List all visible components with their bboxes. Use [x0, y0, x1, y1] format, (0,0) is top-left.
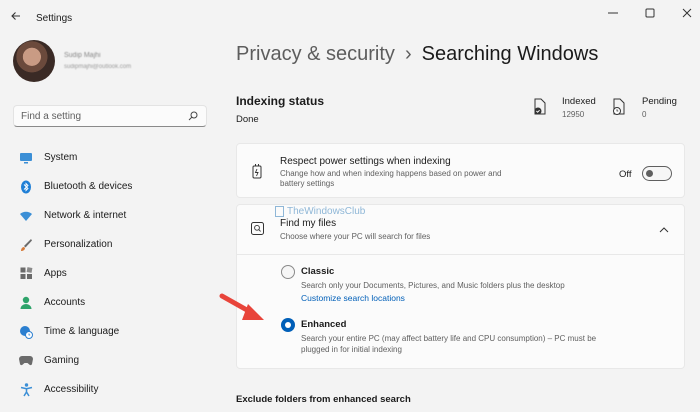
sidebar-item-label: Personalization	[44, 239, 113, 250]
sidebar-item-time-language[interactable]: Time & language	[13, 317, 207, 346]
annotation-arrow-icon	[219, 293, 264, 320]
indexed-value: 12950	[562, 110, 585, 119]
power-settings-title: Respect power settings when indexing	[280, 156, 451, 167]
watermark-text: TheWindowsClub	[287, 206, 366, 217]
chevron-up-icon[interactable]	[659, 226, 669, 233]
indexed-label: Indexed	[562, 96, 596, 107]
pending-label: Pending	[642, 96, 677, 107]
find-my-files-desc: Choose where your PC will search for fil…	[280, 232, 431, 241]
enhanced-label[interactable]: Enhanced	[301, 319, 346, 330]
sidebar-item-label: Accessibility	[44, 384, 99, 395]
card-divider	[237, 254, 684, 255]
brush-icon	[19, 238, 33, 252]
exclude-folders-heading: Exclude folders from enhanced search	[236, 394, 411, 405]
sidebar-item-label: Gaming	[44, 355, 80, 366]
profile-email: sudipmajhi@outlook.com	[64, 64, 132, 70]
search-input[interactable]	[14, 106, 174, 127]
monitor-icon	[19, 151, 33, 165]
indexing-status-value: Done	[236, 114, 259, 125]
pending-value: 0	[642, 110, 647, 119]
search-box[interactable]	[13, 105, 207, 127]
search-folder-icon	[251, 222, 264, 235]
enhanced-desc-line1: Search your entire PC (may affect batter…	[301, 334, 597, 343]
watermark: TheWindowsClub	[275, 206, 365, 217]
indexing-status-heading: Indexing status	[236, 94, 325, 108]
wifi-icon	[19, 209, 33, 223]
sidebar-item-label: Accounts	[44, 297, 86, 308]
classic-label[interactable]: Classic	[301, 266, 334, 277]
arrow-left-icon	[11, 12, 20, 20]
sidebar-item-label: Network & internet	[44, 210, 127, 221]
customize-search-locations-link[interactable]: Customize search locations	[301, 293, 405, 303]
sidebar-item-personalization[interactable]: Personalization	[13, 230, 207, 259]
bluetooth-icon	[19, 180, 33, 194]
accessibility-icon	[19, 382, 33, 397]
sidebar-item-accounts[interactable]: Accounts	[13, 288, 207, 317]
power-settings-toggle[interactable]	[642, 166, 672, 181]
power-settings-desc-line1: Change how and when indexing happens bas…	[280, 169, 502, 178]
power-settings-card: Respect power settings when indexing Cha…	[236, 143, 685, 198]
enhanced-radio[interactable]	[281, 318, 295, 332]
breadcrumb-parent[interactable]: Privacy & security	[236, 43, 395, 65]
search-icon[interactable]	[188, 111, 198, 121]
minimize-button[interactable]	[604, 4, 622, 22]
apps-icon	[19, 267, 33, 281]
power-toggle-state: Off	[619, 169, 632, 180]
watermark-logo-icon	[275, 206, 284, 217]
globe-clock-icon	[19, 325, 33, 339]
sidebar-item-label: Time & language	[44, 326, 120, 337]
minimize-icon	[608, 12, 618, 14]
power-settings-desc-line2: battery settings	[280, 179, 335, 188]
classic-radio[interactable]	[281, 265, 295, 279]
sidebar-item-system[interactable]: System	[13, 143, 207, 172]
back-button[interactable]	[8, 8, 24, 24]
profile-name: Sudip Majhi	[64, 52, 101, 59]
sidebar-item-apps[interactable]: Apps	[13, 259, 207, 288]
toggle-knob	[646, 170, 653, 177]
indexed-document-icon	[534, 98, 546, 115]
sidebar-item-label: System	[44, 152, 78, 163]
maximize-button[interactable]	[641, 4, 659, 22]
page-title: Privacy & security › Searching Windows	[236, 43, 598, 66]
find-my-files-title: Find my files	[280, 218, 337, 229]
sidebar-item-network[interactable]: Network & internet	[13, 201, 207, 230]
title-bar: Settings	[0, 0, 700, 30]
app-title: Settings	[36, 13, 73, 24]
sidebar-nav: System Bluetooth & devices Network & int…	[13, 143, 207, 404]
gamepad-icon	[19, 354, 33, 368]
breadcrumb-separator: ›	[404, 43, 412, 65]
close-icon	[682, 8, 692, 18]
classic-desc: Search only your Documents, Pictures, an…	[301, 281, 565, 290]
avatar[interactable]	[13, 40, 55, 82]
battery-plug-icon	[252, 164, 262, 179]
person-icon	[19, 296, 33, 310]
close-button[interactable]	[678, 4, 696, 22]
breadcrumb-current: Searching Windows	[421, 43, 599, 65]
enhanced-desc-line2: plugged in for initial indexing	[301, 345, 402, 354]
sidebar-item-bluetooth[interactable]: Bluetooth & devices	[13, 172, 207, 201]
sidebar-item-gaming[interactable]: Gaming	[13, 346, 207, 375]
sidebar-item-label: Bluetooth & devices	[44, 181, 133, 192]
pending-document-icon	[613, 98, 625, 115]
maximize-icon	[645, 8, 655, 18]
sidebar-item-accessibility[interactable]: Accessibility	[13, 375, 207, 404]
find-my-files-card: Find my files Choose where your PC will …	[236, 204, 685, 369]
sidebar-item-label: Apps	[44, 268, 67, 279]
